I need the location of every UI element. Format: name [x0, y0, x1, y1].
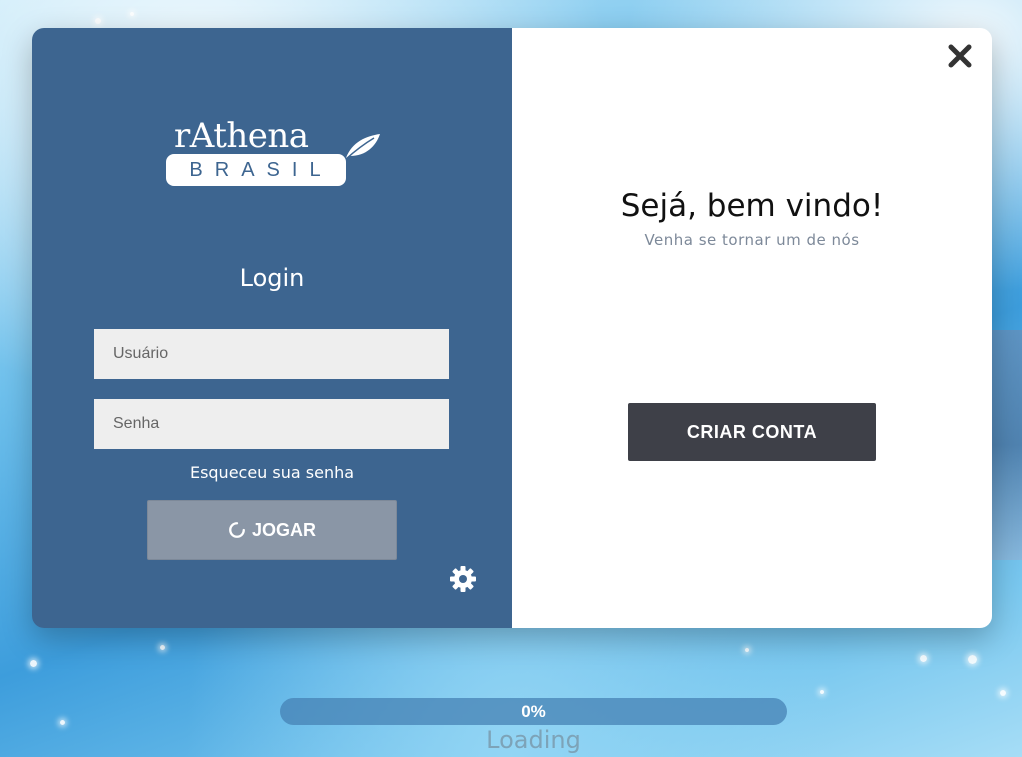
play-button-label: JOGAR — [251, 519, 316, 540]
password-input[interactable] — [94, 399, 449, 449]
background-sparkle — [820, 690, 824, 694]
loading-progress-bar: 0% — [280, 698, 787, 725]
loading-status-text: Loading — [486, 726, 581, 754]
forgot-password-link[interactable]: Esqueceu sua senha — [32, 463, 512, 482]
background-sparkle — [60, 720, 65, 725]
welcome-title: Sejá, bem vindo! — [620, 188, 884, 224]
welcome-subtitle: Venha se tornar um de nós — [644, 231, 860, 249]
welcome-panel: Sejá, bem vindo! Venha se tornar um de n… — [512, 28, 992, 628]
background-sparkle — [968, 655, 977, 664]
background-sparkle — [160, 645, 165, 650]
progress-percent-text: 0% — [521, 702, 546, 721]
login-panel: rAthena BRASIL Login Esqueceu sua senha … — [32, 28, 512, 628]
background-sparkle — [130, 12, 134, 16]
gear-icon[interactable] — [449, 565, 477, 593]
username-input[interactable] — [94, 329, 449, 379]
logo-badge: BRASIL — [166, 154, 346, 186]
background-sparkle — [1000, 690, 1006, 696]
login-modal: rAthena BRASIL Login Esqueceu sua senha … — [32, 28, 992, 628]
play-button[interactable]: JOGAR — [147, 500, 397, 560]
login-title: Login — [239, 264, 305, 292]
background-sparkle — [95, 18, 101, 24]
background-sparkle — [920, 655, 927, 662]
background-sparkle — [745, 648, 749, 652]
close-icon[interactable] — [946, 42, 974, 70]
loading-spinner-icon — [229, 522, 245, 538]
background-sparkle — [30, 660, 37, 667]
logo-title: rAthena — [174, 116, 309, 156]
leaf-icon — [345, 134, 380, 160]
rathena-brasil-logo: rAthena BRASIL — [166, 116, 382, 188]
create-account-button[interactable]: CRIAR CONTA — [628, 403, 876, 461]
